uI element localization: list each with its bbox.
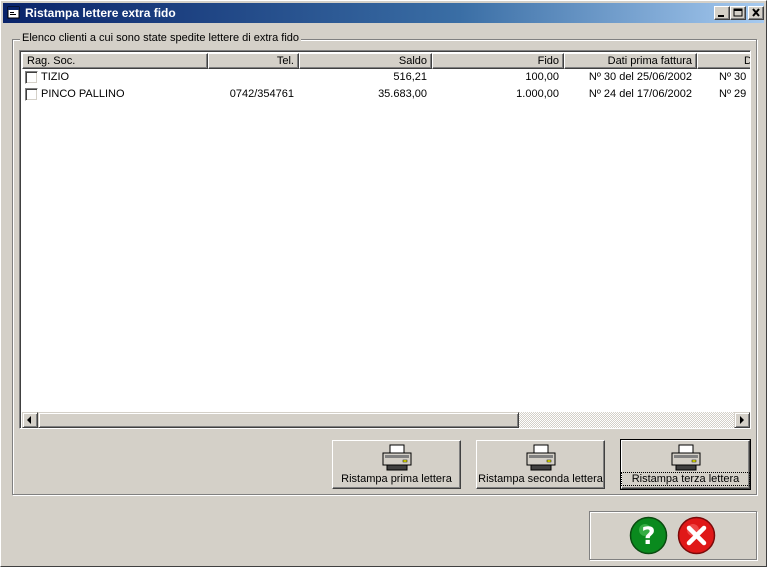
printer-icon: [526, 444, 556, 471]
reprint-first-label: Ristampa prima lettera: [341, 473, 452, 485]
main-window: Ristampa lettere extra fido Elenco clien…: [0, 0, 767, 567]
group-label: Elenco clienti a cui sono state spedite …: [20, 32, 301, 44]
arrow-left-icon: [27, 416, 31, 424]
column-header-rag-soc[interactable]: Rag. Soc.: [22, 53, 208, 69]
cell-fido: 100,00: [525, 71, 559, 83]
minimize-icon: [718, 15, 724, 17]
row-checkbox[interactable]: [25, 71, 38, 84]
cell-saldo: 35.683,00: [378, 88, 427, 100]
close-button[interactable]: [676, 515, 717, 556]
list-header: Rag. Soc. Tel. Saldo Fido Dati prima fat…: [22, 53, 750, 69]
form-icon[interactable]: [7, 6, 21, 20]
table-row[interactable]: PINCO PALLINO 0742/354761 35.683,00 1.00…: [22, 86, 750, 103]
reprint-second-letter-button[interactable]: Ristampa seconda lettera: [476, 440, 605, 489]
window-title: Ristampa lettere extra fido: [25, 6, 176, 20]
cell-prima-fattura: Nº 24 del 17/06/2002: [588, 88, 692, 100]
minimize-button[interactable]: [714, 6, 730, 20]
reprint-third-letter-button[interactable]: Ristampa terza lettera: [620, 439, 751, 490]
arrow-right-icon: [740, 416, 744, 424]
maximize-icon: [733, 8, 743, 17]
close-icon: [677, 516, 716, 555]
column-header-prima-fattura[interactable]: Dati prima fattura: [564, 53, 697, 69]
column-header-tel[interactable]: Tel.: [208, 53, 299, 69]
cell-prima-fattura: Nº 30 del 25/06/2002: [588, 71, 692, 83]
reprint-third-label: Ristampa terza lettera: [621, 472, 750, 486]
row-checkbox[interactable]: [25, 88, 38, 101]
close-window-button[interactable]: [748, 6, 764, 20]
horizontal-scrollbar[interactable]: [22, 412, 750, 428]
cell-extra: Nº 29: [719, 88, 747, 100]
column-header-saldo[interactable]: Saldo: [299, 53, 432, 69]
svg-text:?: ?: [642, 522, 656, 550]
close-x-icon: [752, 8, 760, 17]
table-row[interactable]: TIZIO 516,21 100,00 Nº 30 del 25/06/2002…: [22, 69, 750, 86]
title-bar[interactable]: Ristampa lettere extra fido: [3, 3, 764, 23]
client-list[interactable]: Rag. Soc. Tel. Saldo Fido Dati prima fat…: [19, 50, 751, 429]
action-panel: [589, 511, 757, 560]
scroll-right-button[interactable]: [734, 412, 750, 428]
scrollbar-thumb[interactable]: [38, 412, 519, 428]
column-header-fido[interactable]: Fido: [432, 53, 564, 69]
cell-tel: 0742/354761: [229, 88, 294, 100]
cell-rag-soc: PINCO PALLINO: [41, 88, 125, 100]
printer-icon: [382, 444, 412, 471]
scroll-left-button[interactable]: [22, 412, 38, 428]
cell-saldo: 516,21: [393, 71, 427, 83]
reprint-second-label: Ristampa seconda lettera: [478, 473, 603, 485]
printer-icon: [671, 444, 701, 471]
help-icon: ?: [629, 516, 668, 555]
reprint-first-letter-button[interactable]: Ristampa prima lettera: [332, 440, 461, 489]
cell-extra: Nº 30: [719, 71, 747, 83]
cell-fido: 1.000,00: [516, 88, 559, 100]
help-button[interactable]: ?: [628, 515, 669, 556]
maximize-button[interactable]: [730, 6, 746, 20]
column-header-extra[interactable]: D: [697, 53, 750, 69]
cell-rag-soc: TIZIO: [41, 71, 70, 83]
